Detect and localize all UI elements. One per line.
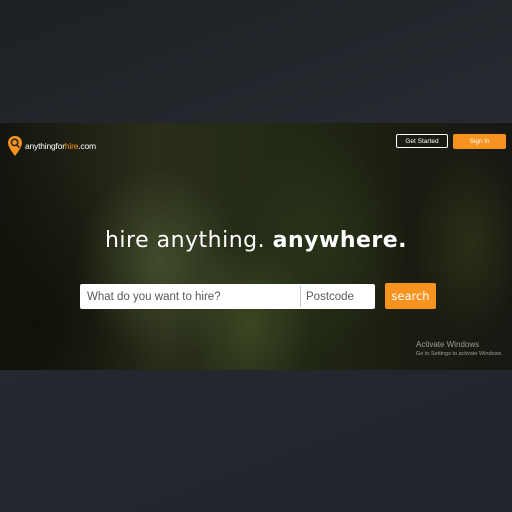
search-bar (80, 284, 375, 309)
watermark-title: Activate Windows (416, 340, 480, 349)
site-logo[interactable]: anythingforhire.com (7, 135, 96, 157)
map-pin-search-icon (7, 135, 23, 157)
get-started-button[interactable]: Get Started (396, 134, 448, 148)
sign-in-button[interactable]: Sign in (453, 134, 506, 149)
logo-text-main: anythingfor (25, 141, 65, 151)
logo-text: anythingforhire.com (25, 141, 96, 151)
logo-text-suffix: .com (78, 141, 96, 151)
headline-bold: anywhere. (272, 228, 408, 253)
activate-windows-watermark: Activate Windows Go to Settings to activ… (416, 340, 503, 357)
hero-headline: hire anything. anywhere. (0, 228, 512, 253)
logo-text-accent: hire (64, 141, 79, 151)
search-button[interactable]: search (385, 283, 436, 309)
search-input[interactable] (80, 284, 300, 309)
headline-light: hire anything. (104, 228, 266, 253)
watermark-subtitle: Go to Settings to activate Windows. (416, 351, 503, 357)
postcode-input[interactable] (301, 284, 375, 309)
